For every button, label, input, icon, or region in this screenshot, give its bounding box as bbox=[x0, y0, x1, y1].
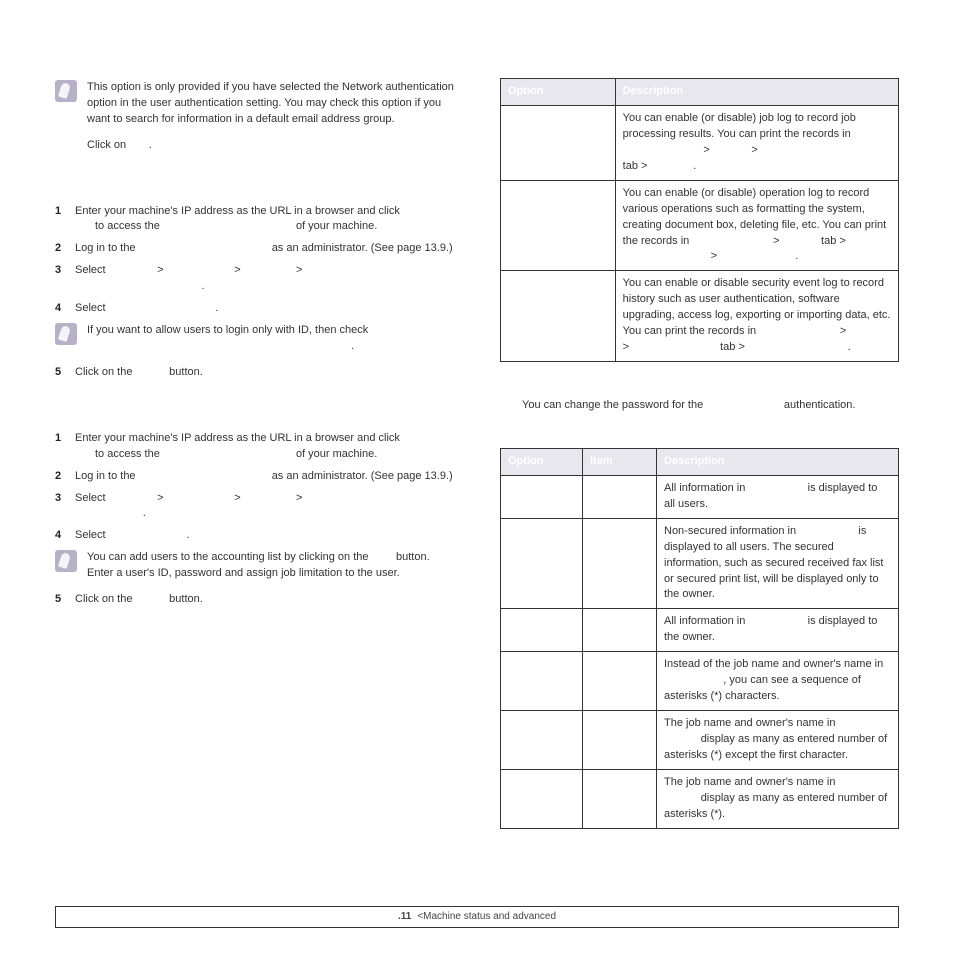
section-title: User Authentication for Network Accounti… bbox=[55, 176, 454, 198]
step-text: to access the bbox=[95, 448, 163, 460]
page-number: .11 bbox=[398, 910, 411, 925]
row-desc: You can enable (or disable) job log to r… bbox=[623, 112, 856, 140]
section-title: Network Accounting (User defined) bbox=[55, 403, 454, 425]
click-on-text: Click on bbox=[87, 139, 129, 151]
sws-label: SyncThru™ Web Service bbox=[163, 448, 293, 460]
step-number: 2 bbox=[55, 241, 75, 257]
step-text: of your machine. bbox=[296, 220, 377, 232]
path-seg: Methods bbox=[246, 264, 291, 276]
note-text: If you want to allow users to login only… bbox=[87, 324, 368, 336]
th-desc: Description bbox=[623, 85, 684, 97]
path-seg: Accounting bbox=[169, 264, 230, 276]
step-text: Enter your machine's IP address as the U… bbox=[75, 205, 400, 217]
info-hiding-table: Option Item Description All information … bbox=[500, 448, 899, 829]
table-row: Instead of the job name and owner's name… bbox=[501, 652, 899, 711]
step-number: 4 bbox=[55, 301, 75, 317]
row-option: Security Event Log bbox=[508, 277, 608, 289]
network-accounting-label: Network Accounting bbox=[109, 302, 216, 314]
gt: > bbox=[234, 491, 240, 507]
footer-text: <Machine status and advanced bbox=[417, 910, 556, 925]
network-accounting-label: Network Accounting bbox=[95, 280, 202, 292]
step-number: 3 bbox=[55, 491, 75, 523]
sws-label: SyncThru™ Web Service bbox=[163, 220, 293, 232]
step-number: 1 bbox=[55, 204, 75, 236]
th-option: Option bbox=[508, 455, 543, 467]
step-number: 2 bbox=[55, 469, 75, 485]
th-desc: Description bbox=[664, 455, 725, 467]
note-icon bbox=[55, 80, 77, 102]
path-seg: Accounting bbox=[169, 492, 230, 504]
note-icon bbox=[55, 323, 77, 345]
sws-label: SyncThru™ Web Service bbox=[139, 470, 269, 482]
apply-label: Apply bbox=[136, 593, 167, 605]
period: . bbox=[351, 340, 354, 352]
step-text: button. bbox=[169, 593, 203, 605]
period: . bbox=[215, 302, 218, 314]
period: . bbox=[149, 139, 152, 151]
gt: > bbox=[157, 491, 163, 507]
table-row: The job name and owner's name in Job Sta… bbox=[501, 769, 899, 828]
step-text: to access the bbox=[95, 220, 163, 232]
table-row: Security Event Log You can enable or dis… bbox=[501, 271, 899, 362]
path-seg: Security bbox=[109, 264, 152, 276]
section-subtitle: Change Password bbox=[500, 376, 899, 392]
step-text: Select bbox=[75, 264, 109, 276]
step-text: Click on the bbox=[75, 593, 136, 605]
row-option: Operation Log bbox=[508, 187, 583, 199]
step-number: 1 bbox=[55, 431, 75, 463]
row-option: Job Log bbox=[508, 112, 551, 124]
step-number: 5 bbox=[55, 365, 75, 381]
auth-id-only-label: Authenticate with Login ID only bbox=[187, 340, 351, 352]
period: . bbox=[186, 529, 189, 541]
table-row: All information in Job Status is display… bbox=[501, 475, 899, 518]
step-text: Log in to the bbox=[75, 242, 139, 254]
apply-label: Apply bbox=[136, 366, 167, 378]
step-text: Click on the bbox=[75, 366, 136, 378]
sws-label: SyncThru™ Web Service bbox=[139, 242, 269, 254]
step-text: as an administrator. (See page 13.9.) bbox=[272, 470, 453, 482]
log-options-table: Option Description Job Log You can enabl… bbox=[500, 78, 899, 362]
note-icon bbox=[55, 550, 77, 572]
path-seg: Standard bbox=[95, 507, 143, 519]
step-text: Enter your machine's IP address as the U… bbox=[75, 432, 400, 444]
add-label: Add bbox=[372, 551, 393, 563]
path-seg: Security bbox=[109, 492, 152, 504]
path-seg: Methods bbox=[246, 492, 291, 504]
page-footer: .11 <Machine status and advanced bbox=[55, 906, 899, 928]
change-pw-text: You can change the password for the bbox=[522, 399, 706, 411]
step-text: Log in to the bbox=[75, 470, 139, 482]
step-number: 5 bbox=[55, 592, 75, 608]
note-text: You can add users to the accounting list… bbox=[87, 551, 372, 563]
table-row: Non-secured information in Job Status is… bbox=[501, 518, 899, 609]
admin-setting-label: Admin Setting bbox=[706, 399, 781, 411]
period: . bbox=[202, 280, 205, 292]
step-text: of your machine. bbox=[296, 448, 377, 460]
table-row: Operation Log You can enable (or disable… bbox=[501, 180, 899, 271]
gt: > bbox=[296, 491, 302, 507]
table-row: Job Log You can enable (or disable) job … bbox=[501, 105, 899, 180]
change-pw-text: authentication. bbox=[784, 399, 856, 411]
gt: > bbox=[157, 263, 163, 279]
step-number: 4 bbox=[55, 528, 75, 544]
step-text: button. bbox=[169, 366, 203, 378]
th-option: Option bbox=[508, 85, 543, 97]
period: . bbox=[143, 507, 146, 519]
path-seg: No Accounting bbox=[109, 529, 187, 541]
table-row: The job name and owner's name in Job Sta… bbox=[501, 711, 899, 770]
step-text: Select bbox=[75, 529, 109, 541]
step-text: as an administrator. (See page 13.9.) bbox=[272, 242, 453, 254]
step-text: Select bbox=[75, 302, 109, 314]
gt: > bbox=[234, 263, 240, 279]
table-row: All information in Job Status is display… bbox=[501, 609, 899, 652]
ok-label: OK bbox=[129, 139, 146, 151]
step-text: Select bbox=[75, 492, 109, 504]
note-text: This option is only provided if you have… bbox=[87, 80, 454, 128]
step-number: 3 bbox=[55, 263, 75, 295]
th-item: Item bbox=[590, 455, 613, 467]
gt: > bbox=[296, 263, 302, 279]
section-subtitle: Information Hiding bbox=[500, 426, 899, 442]
